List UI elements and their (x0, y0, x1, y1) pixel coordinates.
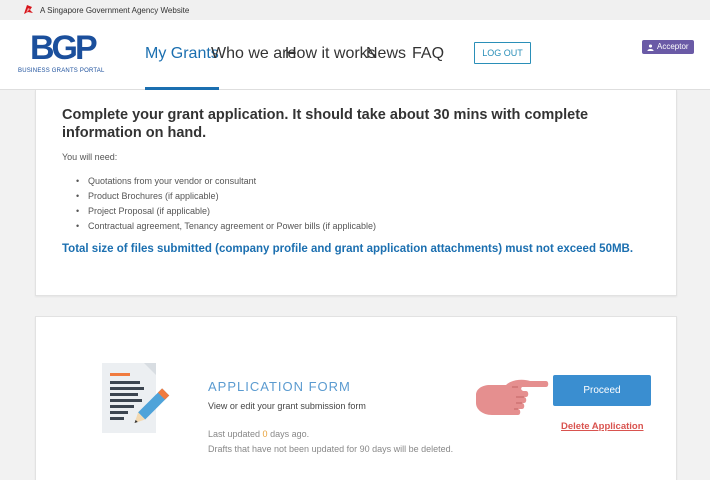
nav-faq[interactable]: FAQ (412, 20, 444, 90)
last-updated-text: Last updated 0 days ago. (208, 429, 309, 439)
nav-news[interactable]: News (366, 20, 406, 90)
logo-subtitle: BUSINESS GRANTS PORTAL (18, 68, 105, 74)
list-item: Quotations from your vendor or consultan… (76, 174, 376, 189)
nav-who-we-are[interactable]: Who we are (211, 20, 296, 90)
nav-how-it-works-label: How it works (285, 45, 376, 62)
pointing-hand-icon (476, 379, 549, 415)
bgp-logo[interactable]: BGP BUSINESS GRANTS PORTAL (18, 30, 108, 78)
intro-headline: Complete your grant application. It shou… (62, 107, 589, 141)
nav-faq-label: FAQ (412, 45, 445, 62)
last-updated-suffix: days ago. (267, 429, 310, 439)
user-icon (647, 43, 654, 51)
nav-my-grants-label: My Grants (145, 45, 219, 62)
nav-who-we-are-label: Who we are (211, 45, 297, 62)
requirements-list: Quotations from your vendor or consultan… (76, 174, 376, 234)
site-header: BGP BUSINESS GRANTS PORTAL My Grants Who… (0, 20, 710, 90)
nav-my-grants[interactable]: My Grants (145, 20, 219, 90)
nav-how-it-works[interactable]: How it works (285, 20, 376, 90)
need-label: You will need: (62, 152, 118, 162)
singapore-lion-icon (24, 5, 33, 14)
gov-banner-text: A Singapore Government Agency Website (40, 5, 190, 15)
application-form-title: APPLICATION FORM (208, 379, 351, 394)
delete-application-link[interactable]: Delete Application (561, 421, 644, 432)
application-form-subtitle: View or edit your grant submission form (208, 401, 366, 411)
list-item: Contractual agreement, Tenancy agreement… (76, 219, 376, 234)
logout-button[interactable]: LOG OUT (474, 42, 531, 64)
role-badge-label: Acceptor (657, 42, 689, 51)
nav-news-label: News (366, 45, 407, 62)
application-card: APPLICATION FORM View or edit your grant… (35, 316, 677, 480)
list-item: Product Brochures (if applicable) (76, 189, 376, 204)
document-edit-icon (102, 363, 170, 433)
intro-card: Complete your grant application. It shou… (35, 90, 677, 296)
role-badge[interactable]: Acceptor (642, 40, 694, 54)
list-item: Project Proposal (if applicable) (76, 204, 376, 219)
drafts-note: Drafts that have not been updated for 90… (208, 444, 454, 454)
gov-banner: A Singapore Government Agency Website (0, 0, 710, 20)
proceed-button[interactable]: Proceed (553, 375, 651, 406)
last-updated-prefix: Last updated (208, 429, 263, 439)
file-size-notice: Total size of files submitted (company p… (62, 243, 634, 255)
logo-mark: BGP (30, 29, 98, 67)
